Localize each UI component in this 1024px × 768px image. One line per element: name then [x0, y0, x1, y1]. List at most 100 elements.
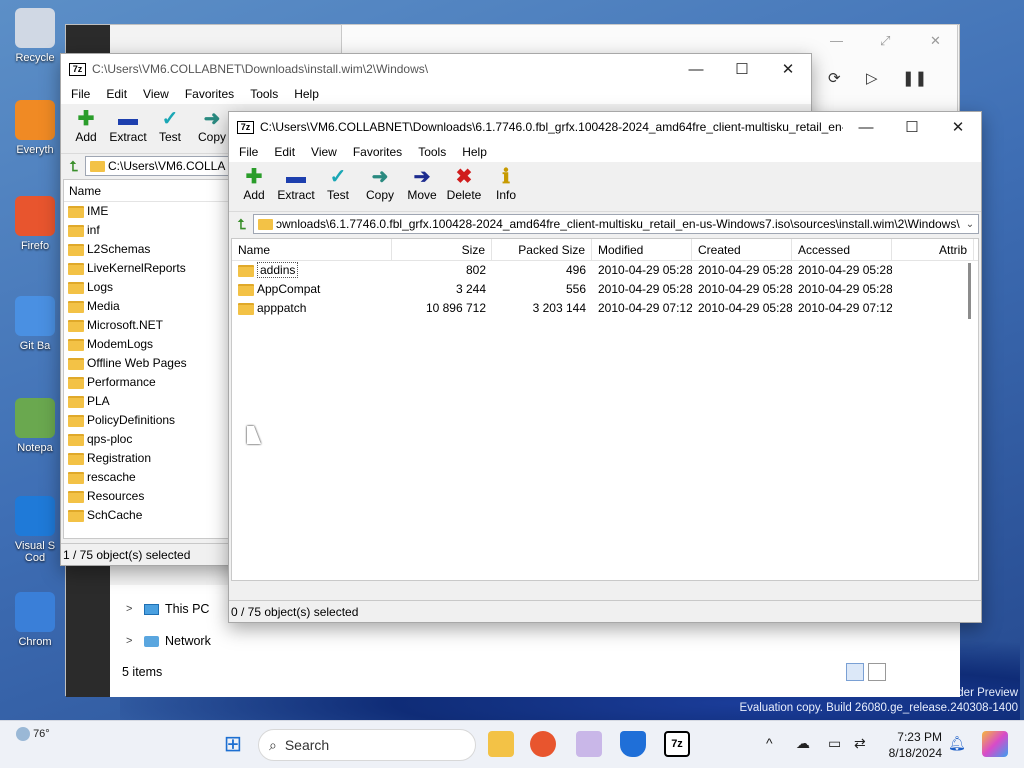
- up-folder-icon[interactable]: ⮤: [231, 214, 253, 234]
- list-item[interactable]: Resources: [64, 487, 230, 506]
- list-item[interactable]: SchCache: [64, 506, 230, 525]
- up-folder-icon[interactable]: ⮤: [63, 156, 85, 176]
- chevron-right-icon[interactable]: >: [126, 603, 138, 615]
- copilot-icon[interactable]: [982, 731, 1008, 757]
- list-item[interactable]: rescache: [64, 468, 230, 487]
- file-grid[interactable]: Name Size Packed Size Modified Created Access…: [231, 238, 979, 581]
- extract-button[interactable]: ▬ Extract: [275, 162, 317, 202]
- delete-button[interactable]: ✖ Delete: [443, 162, 485, 202]
- display-icon[interactable]: ▭: [828, 735, 841, 752]
- desktop-icon[interactable]: Chrom: [6, 592, 64, 648]
- extract-button[interactable]: ▬ Extract: [107, 104, 149, 144]
- add-button[interactable]: ✚ Add: [65, 104, 107, 144]
- menu-item-view[interactable]: View: [303, 145, 345, 159]
- cloud-off-icon[interactable]: ☁: [796, 735, 810, 752]
- copy-button[interactable]: ➜ Copy: [191, 104, 233, 144]
- list-item[interactable]: PolicyDefinitions: [64, 411, 230, 430]
- nav-item-network[interactable]: > Network: [126, 634, 211, 648]
- menu-item-edit[interactable]: Edit: [98, 87, 135, 101]
- desktop-icon[interactable]: Everyth: [6, 100, 64, 156]
- list-item[interactable]: Logs: [64, 278, 230, 297]
- menu-item-file[interactable]: File: [63, 87, 98, 101]
- menu-item-tools[interactable]: Tools: [242, 87, 286, 101]
- list-item[interactable]: PLA: [64, 392, 230, 411]
- start-button[interactable]: ⊞: [220, 731, 246, 757]
- play-icon[interactable]: ▷: [866, 69, 878, 87]
- info-button[interactable]: ℹ Info: [485, 162, 527, 202]
- tiles-view-button[interactable]: [868, 663, 886, 681]
- column-header-packed-size[interactable]: Packed Size: [492, 239, 592, 260]
- minimize-icon[interactable]: —: [830, 33, 843, 48]
- column-header-accessed[interactable]: Accessed: [792, 239, 892, 260]
- minimize-button[interactable]: —: [843, 119, 889, 136]
- chevron-down-icon[interactable]: ⌄: [962, 219, 978, 230]
- list-item[interactable]: qps-ploc: [64, 430, 230, 449]
- minimize-button[interactable]: —: [673, 61, 719, 78]
- chevron-up-icon[interactable]: ^: [766, 735, 773, 751]
- list-item[interactable]: LiveKernelReports: [64, 259, 230, 278]
- chevron-right-icon[interactable]: >: [126, 635, 138, 647]
- menu-item-view[interactable]: View: [135, 87, 177, 101]
- defender-icon[interactable]: [620, 731, 646, 757]
- menu-item-favorites[interactable]: Favorites: [345, 145, 410, 159]
- list-item[interactable]: IME: [64, 202, 230, 221]
- maximize-button[interactable]: ☐: [889, 118, 935, 136]
- list-item[interactable]: ModemLogs: [64, 335, 230, 354]
- sevenzip-taskbar-icon[interactable]: 7z: [664, 731, 690, 757]
- column-header-attrib[interactable]: Attrib: [892, 239, 974, 260]
- table-row[interactable]: addins 802 496 2010-04-29 05:28 2010-04-29 0…: [232, 261, 978, 280]
- file-list[interactable]: Name IME inf L2Schemas LiveKernelReports Log…: [63, 179, 231, 539]
- column-header-name[interactable]: Name: [232, 239, 392, 260]
- pause-icon[interactable]: ❚❚: [902, 69, 927, 87]
- firefox-icon[interactable]: [530, 731, 556, 757]
- menu-item-file[interactable]: File: [231, 145, 266, 159]
- list-item[interactable]: Media: [64, 297, 230, 316]
- details-view-button[interactable]: [846, 663, 864, 681]
- menu-item-favorites[interactable]: Favorites: [177, 87, 242, 101]
- desktop-icon[interactable]: Visual S Cod: [6, 496, 64, 564]
- test-button[interactable]: ✓ Test: [149, 104, 191, 144]
- desktop-icon[interactable]: Recycle: [6, 8, 64, 64]
- menu-item-tools[interactable]: Tools: [410, 145, 454, 159]
- desktop-icon[interactable]: Git Ba: [6, 296, 64, 352]
- bell-icon[interactable]: 🔔︎: [948, 735, 966, 752]
- add-button[interactable]: ✚ Add: [233, 162, 275, 202]
- network-status-icon[interactable]: ⇄: [854, 735, 866, 752]
- address-field[interactable]: ɔwnloads\6.1.7746.0.fbl_grfx.100428-2024…: [253, 214, 979, 234]
- file-explorer-icon[interactable]: [488, 731, 514, 757]
- sevenzip-window-front[interactable]: 7z C:\Users\VM6.COLLABNET\Downloads\6.1.…: [228, 111, 982, 623]
- column-header-name[interactable]: Name: [64, 180, 230, 202]
- vertical-scrollbar[interactable]: [968, 263, 971, 319]
- column-header-size[interactable]: Size: [392, 239, 492, 260]
- move-button[interactable]: ➔ Move: [401, 162, 443, 202]
- table-row[interactable]: apppatch 10 896 712 3 203 144 2010-04-29 07…: [232, 299, 978, 318]
- search-box[interactable]: ⌕ Search: [258, 729, 476, 761]
- close-button[interactable]: ✕: [765, 60, 811, 78]
- test-button[interactable]: ✓ Test: [317, 162, 359, 202]
- menu-item-help[interactable]: Help: [286, 87, 327, 101]
- menu-item-edit[interactable]: Edit: [266, 145, 303, 159]
- list-item[interactable]: Performance: [64, 373, 230, 392]
- notepad-icon[interactable]: [576, 731, 602, 757]
- refresh-icon[interactable]: ⟳: [828, 69, 841, 87]
- list-item[interactable]: Offline Web Pages: [64, 354, 230, 373]
- column-header-created[interactable]: Created: [692, 239, 792, 260]
- titlebar[interactable]: 7z C:\Users\VM6.COLLABNET\Downloads\6.1.…: [229, 112, 981, 142]
- copy-button[interactable]: ➜ Copy: [359, 162, 401, 202]
- desktop-icon[interactable]: Notepa: [6, 398, 64, 454]
- weather-widget[interactable]: 76°: [16, 727, 50, 741]
- list-item[interactable]: inf: [64, 221, 230, 240]
- list-item[interactable]: Microsoft.NET: [64, 316, 230, 335]
- maximize-button[interactable]: ☐: [719, 60, 765, 78]
- desktop-icon[interactable]: Firefo: [6, 196, 64, 252]
- maximize-icon[interactable]: ⤢: [880, 33, 890, 49]
- list-item[interactable]: L2Schemas: [64, 240, 230, 259]
- clock[interactable]: 7:23 PM 8/18/2024: [889, 729, 942, 761]
- nav-item-this-pc[interactable]: > This PC: [126, 602, 209, 616]
- column-header-modified[interactable]: Modified: [592, 239, 692, 260]
- list-item[interactable]: Registration: [64, 449, 230, 468]
- menu-item-help[interactable]: Help: [454, 145, 495, 159]
- table-row[interactable]: AppCompat 3 244 556 2010-04-29 05:28 2010-04…: [232, 280, 978, 299]
- close-icon[interactable]: ✕: [930, 33, 941, 49]
- close-button[interactable]: ✕: [935, 118, 981, 136]
